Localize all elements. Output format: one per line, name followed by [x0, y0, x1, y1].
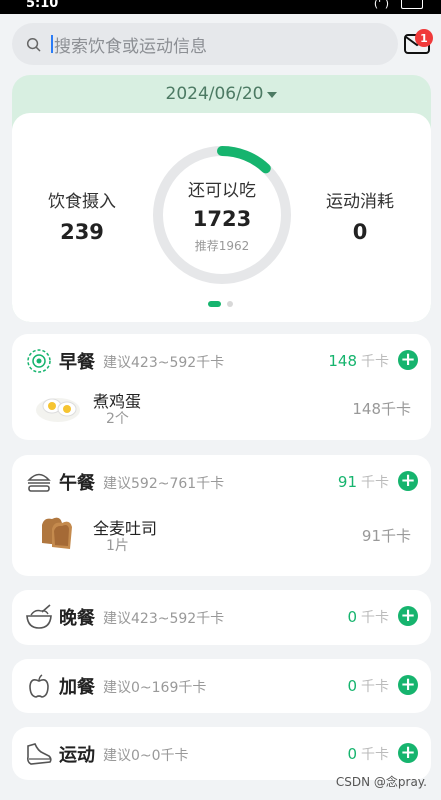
- meal-card-dinner[interactable]: 晚餐 建议423~592千卡 0 千卡 +: [12, 590, 431, 645]
- battery-icon: [401, 0, 423, 9]
- date-label: 2024/06/20: [165, 84, 264, 104]
- status-bar: 5:10 (' ): [0, 0, 441, 14]
- text-caret: [51, 35, 53, 53]
- food-item[interactable]: 全麦吐司 1片 91千卡: [12, 511, 431, 571]
- page-indicator: [208, 301, 233, 307]
- food-qty: 2个: [106, 411, 129, 427]
- boiled-egg-image: [36, 398, 80, 422]
- meal-title: 运动: [59, 745, 95, 766]
- meal-header: 运动 建议0~0千卡 0 千卡 +: [12, 727, 431, 779]
- watermark: CSDN @念pray.: [335, 775, 427, 789]
- burn-stat: 运动消耗 0: [310, 187, 410, 244]
- breakfast-icon: [27, 349, 51, 373]
- signal-icon: (' ): [373, 0, 389, 10]
- remaining-label: 还可以吃: [188, 181, 256, 201]
- page-dot-active[interactable]: [208, 301, 221, 307]
- status-time: 5:10: [26, 0, 59, 11]
- meal-hint: 建议0~169千卡: [103, 680, 207, 696]
- meal-header: 早餐 建议423~592千卡 148 千卡 +: [12, 334, 431, 386]
- add-lunch-button[interactable]: +: [398, 471, 418, 491]
- meal-header: 晚餐 建议423~592千卡 0 千卡 +: [12, 590, 431, 642]
- meal-title: 晚餐: [59, 608, 95, 629]
- apple-icon: [29, 674, 49, 698]
- intake-label: 饮食摄入: [48, 192, 116, 212]
- food-item[interactable]: 煮鸡蛋 2个 148千卡: [12, 384, 431, 444]
- meal-kcal: 91 千卡: [337, 473, 389, 491]
- summary-panel: 饮食摄入 239 还可以吃 1723 推荐1962 运动消耗 0: [12, 113, 431, 322]
- add-exercise-button[interactable]: +: [398, 743, 418, 763]
- bowl-icon: [26, 604, 52, 629]
- shoe-icon: [27, 743, 52, 765]
- meal-kcal: 0 千卡: [347, 608, 389, 626]
- meal-header: 午餐 建议592~761千卡 91 千卡 +: [12, 455, 431, 507]
- burn-label: 运动消耗: [326, 192, 394, 212]
- add-breakfast-button[interactable]: +: [398, 350, 418, 370]
- search-icon: [26, 37, 41, 51]
- add-snack-button[interactable]: +: [398, 675, 418, 695]
- food-qty: 1片: [106, 538, 129, 554]
- food-kcal: 91千卡: [361, 527, 411, 545]
- meal-card-lunch[interactable]: 午餐 建议592~761千卡 91 千卡 + 全麦吐司 1片 91千卡: [12, 455, 431, 576]
- caret-down-icon: [267, 92, 278, 98]
- add-dinner-button[interactable]: +: [398, 606, 418, 626]
- meal-card-snack[interactable]: 加餐 建议0~169千卡 0 千卡 +: [12, 659, 431, 713]
- meal-title: 午餐: [59, 473, 95, 494]
- food-kcal: 148千卡: [352, 400, 411, 418]
- burger-icon: [27, 473, 51, 492]
- intake-value: 239: [60, 220, 104, 244]
- recommend-label: 推荐1962: [194, 239, 250, 253]
- meal-card-breakfast[interactable]: 早餐 建议423~592千卡 148 千卡 + 煮鸡蛋 2个 148千卡: [12, 334, 431, 440]
- meal-header: 加餐 建议0~169千卡 0 千卡 +: [12, 659, 431, 711]
- meal-hint: 建议423~592千卡: [103, 611, 225, 627]
- meal-hint: 建议423~592千卡: [103, 355, 225, 371]
- search-placeholder: 搜索饮食或运动信息: [54, 36, 207, 57]
- meal-hint: 建议592~761千卡: [103, 476, 225, 492]
- meal-hint: 建议0~0千卡: [103, 748, 189, 764]
- meal-kcal: 0 千卡: [347, 677, 389, 695]
- meal-kcal: 0 千卡: [347, 745, 389, 763]
- intake-stat: 饮食摄入 239: [32, 187, 132, 244]
- toast-image: [42, 517, 72, 549]
- remaining-stat: 还可以吃 1723 推荐1962: [150, 143, 294, 287]
- meal-title: 加餐: [59, 677, 95, 698]
- date-selector[interactable]: 2024/06/20: [12, 75, 431, 113]
- summary-card: 2024/06/20 饮食摄入 239 还可以吃 1723 推荐1962 运动消…: [12, 75, 431, 322]
- search-input[interactable]: 搜索饮食或运动信息: [12, 23, 398, 65]
- mail-badge: 1: [415, 29, 433, 47]
- page-dot[interactable]: [227, 301, 233, 307]
- meal-kcal: 148 千卡: [328, 352, 389, 370]
- meal-title: 早餐: [59, 352, 95, 373]
- burn-value: 0: [352, 220, 368, 244]
- remaining-value: 1723: [192, 207, 252, 231]
